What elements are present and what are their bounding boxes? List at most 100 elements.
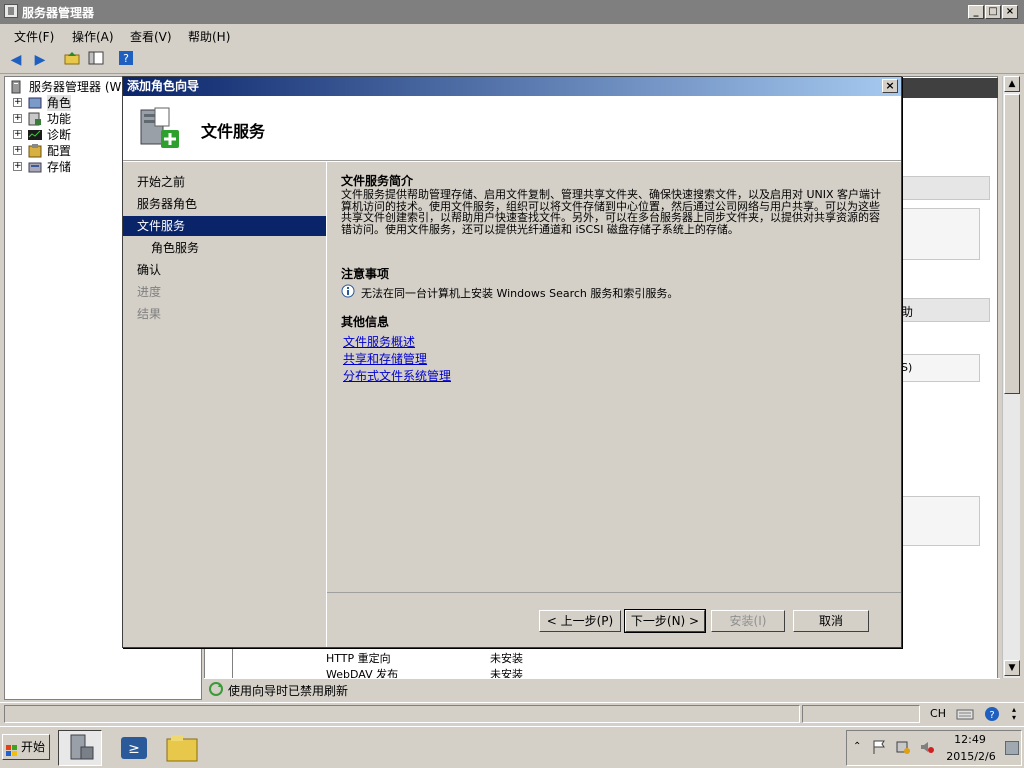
language-indicator[interactable]: CH [924, 705, 952, 723]
scroll-down-icon[interactable]: ▼ [1004, 660, 1020, 676]
show-hide-pane-icon[interactable] [86, 50, 106, 70]
help-icon[interactable]: ? [116, 50, 136, 70]
volume-muted-icon[interactable] [919, 739, 935, 755]
action-center-flag-icon[interactable] [871, 739, 887, 755]
svg-text:?: ? [989, 710, 994, 721]
expand-icon[interactable]: + [13, 98, 22, 107]
details-section-header: 助 [900, 298, 990, 322]
step-before-you-begin[interactable]: 开始之前 [123, 172, 326, 192]
network-icon[interactable] [895, 739, 911, 755]
status-bar: CH ? ▴ ▾ [0, 702, 1024, 724]
role-services-table: HTTP 重定向 未安装 WebDAV 发布 未安装 [232, 648, 758, 681]
menu-file[interactable]: 文件(F) [14, 28, 54, 45]
refresh-icon [208, 681, 224, 697]
tree-item-label: 配置 [47, 144, 72, 158]
main-window-title: 服务器管理器 [22, 6, 95, 20]
tree-item-label: 功能 [47, 112, 72, 126]
step-confirmation[interactable]: 确认 [123, 260, 326, 280]
file-server-icon [135, 104, 185, 154]
expand-icon[interactable]: + [13, 114, 22, 123]
up-folder-icon[interactable] [62, 50, 82, 70]
details-header-bar [900, 78, 998, 98]
expand-icon[interactable]: + [13, 162, 22, 171]
wizard-content: 文件服务简介 文件服务提供帮助管理存储、启用文件复制、管理共享文件夹、确保快速搜… [327, 162, 901, 592]
scroll-thumb[interactable] [1004, 94, 1020, 394]
diagnostics-icon [27, 127, 43, 143]
clock-time[interactable]: 12:49 [947, 733, 993, 746]
link-dfs-management[interactable]: 分布式文件系统管理 [343, 367, 451, 384]
previous-button[interactable]: < 上一步(P) [539, 610, 621, 632]
link-share-and-storage[interactable]: 共享和存储管理 [343, 350, 427, 367]
main-titlebar: 服务器管理器 _ □ × [0, 0, 1024, 24]
expand-icon[interactable]: + [13, 146, 22, 155]
toolbar: ◀ ▶ ? [0, 46, 1024, 74]
link-file-services-overview[interactable]: 文件服务概述 [343, 333, 415, 350]
wizard-step-list: 开始之前 服务器角色 文件服务 角色服务 确认 进度 结果 [123, 162, 326, 647]
note-text: 无法在同一台计算机上安装 Windows Search 服务和索引服务。 [361, 287, 679, 300]
help-circle-icon[interactable]: ? [984, 706, 1000, 722]
step-progress: 进度 [137, 285, 162, 299]
back-arrow-icon[interactable]: ◀ [6, 50, 26, 70]
details-box [900, 496, 980, 546]
expand-icon[interactable]: + [13, 130, 22, 139]
options-icon[interactable]: ▴ ▾ [1008, 706, 1020, 722]
start-label: 开始 [21, 740, 46, 754]
taskbar-server-manager[interactable] [58, 730, 102, 766]
svg-text:≥: ≥ [128, 741, 140, 757]
features-icon [27, 111, 43, 127]
server-icon [9, 79, 25, 95]
menu-action[interactable]: 操作(A) [72, 28, 114, 45]
storage-icon [27, 159, 43, 175]
intro-text: 文件服务提供帮助管理存储、启用文件复制、管理共享文件夹、确保快速搜索文件，以及启… [341, 188, 882, 236]
table-cell: 未安装 [490, 652, 523, 665]
intro-heading: 文件服务简介 [341, 174, 414, 188]
details-fragment-text: S) [901, 361, 913, 374]
clock-date[interactable]: 2015/2/6 [945, 750, 997, 763]
refresh-status-bar: 使用向导时已禁用刷新 [204, 678, 1000, 698]
table-cell: HTTP 重定向 [326, 652, 391, 665]
wizard-header: 文件服务 [123, 96, 901, 161]
tree-item-label: 存储 [47, 160, 72, 174]
menu-bar: 文件(F) 操作(A) 查看(V) 帮助(H) [0, 24, 1024, 46]
cancel-button[interactable]: 取消 [793, 610, 869, 632]
details-fragment-text: 助 [901, 305, 914, 319]
tree-item-label: 角色 [47, 95, 72, 111]
windows-logo-icon [6, 741, 18, 756]
details-box: S) [900, 354, 980, 382]
next-button[interactable]: 下一步(N) > [624, 609, 706, 633]
tree-item-label: 诊断 [47, 128, 72, 142]
menu-help[interactable]: 帮助(H) [188, 28, 230, 45]
step-file-services[interactable]: 文件服务 [123, 216, 326, 236]
details-box [900, 208, 980, 260]
wizard-title: 添加角色向导 [127, 79, 200, 93]
wizard-page-title: 文件服务 [201, 122, 266, 141]
install-button: 安装(I) [711, 610, 785, 632]
show-hidden-icons-icon[interactable]: ⌃ [853, 741, 861, 752]
menu-view[interactable]: 查看(V) [130, 28, 172, 45]
taskbar-powershell[interactable]: ≥ [112, 730, 156, 766]
configuration-icon [27, 143, 43, 159]
maximize-button[interactable]: □ [985, 5, 1001, 19]
wizard-footer: < 上一步(P) 下一步(N) > 安装(I) 取消 [327, 592, 901, 647]
minimize-button[interactable]: _ [968, 5, 984, 19]
forward-arrow-icon[interactable]: ▶ [30, 50, 50, 70]
status-panel [4, 705, 800, 723]
svg-text:?: ? [123, 52, 129, 65]
wizard-close-icon[interactable]: × [882, 79, 898, 93]
keyboard-icon[interactable] [956, 706, 974, 722]
close-button[interactable]: × [1002, 5, 1018, 19]
step-results: 结果 [137, 307, 162, 321]
notes-heading: 注意事项 [341, 267, 390, 281]
start-button[interactable]: 开始 [2, 734, 50, 760]
info-icon [341, 284, 355, 298]
vertical-scrollbar[interactable]: ▲ ▼ [1002, 76, 1020, 678]
scroll-up-icon[interactable]: ▲ [1004, 76, 1020, 92]
taskbar-explorer[interactable] [160, 730, 204, 766]
system-tray: ⌃ 12:49 2015/2/6 [846, 730, 1022, 766]
add-roles-wizard: 添加角色向导 × 文件服务 开始之前 服务器角色 文件服务 角色服务 确认 进度… [122, 76, 902, 648]
step-server-roles[interactable]: 服务器角色 [123, 194, 326, 214]
step-role-services[interactable]: 角色服务 [123, 238, 326, 258]
show-desktop-button[interactable] [1005, 741, 1019, 755]
details-section-header [900, 176, 990, 200]
wizard-titlebar: 添加角色向导 × [123, 77, 901, 96]
